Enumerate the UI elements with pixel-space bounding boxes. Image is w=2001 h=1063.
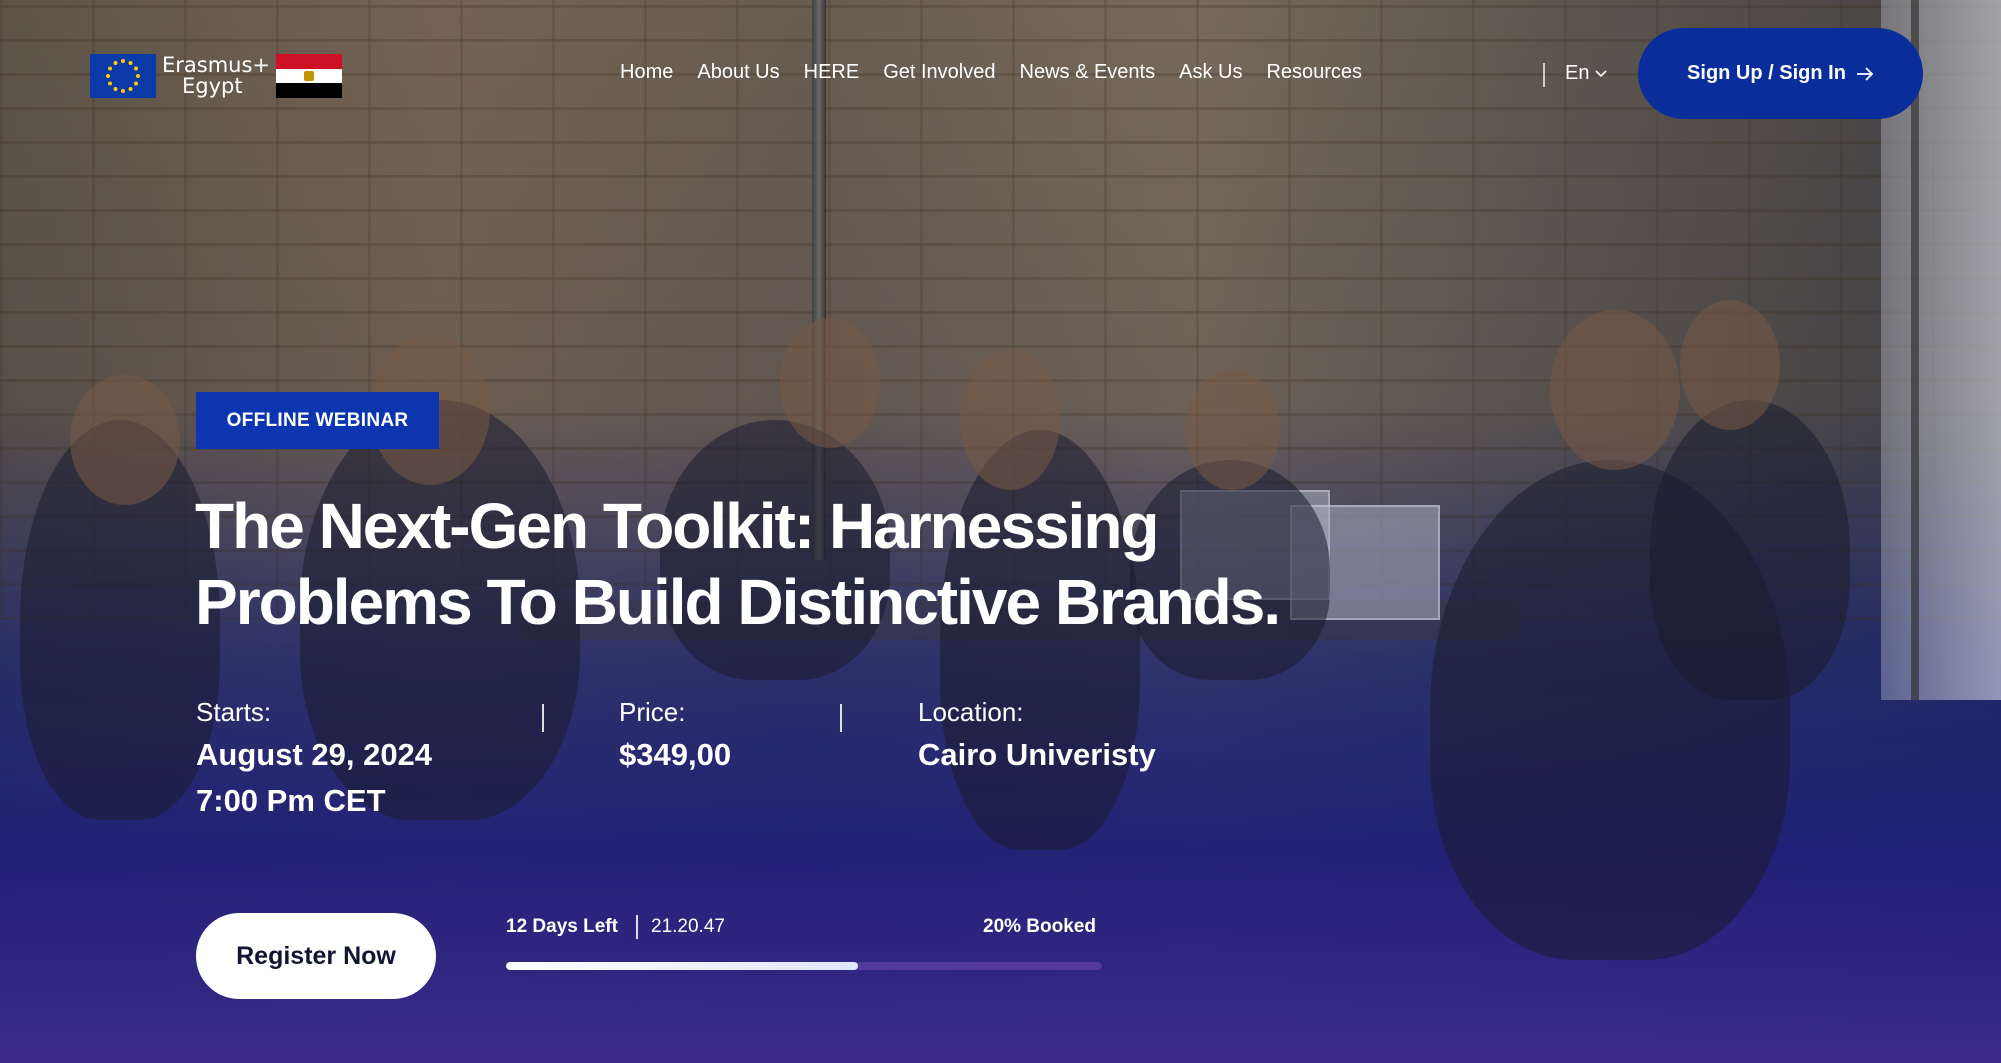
- price-label: Price:: [619, 697, 686, 727]
- event-title-line-2: Problems To Build Distinctive Brands.: [195, 566, 1281, 638]
- nav-home[interactable]: Home: [620, 61, 673, 84]
- event-title-line-1: The Next-Gen Toolkit: Harnessing: [195, 490, 1160, 562]
- site-logo[interactable]: Erasmus+ Egypt: [90, 54, 343, 99]
- location-label: Location:: [918, 697, 1024, 727]
- person-head: [960, 350, 1060, 490]
- countdown-divider: [636, 915, 638, 939]
- starts-time: 7:00 Pm CET: [196, 783, 386, 818]
- info-divider: [840, 704, 842, 732]
- person-head: [1550, 310, 1680, 470]
- nav-here[interactable]: HERE: [804, 61, 860, 84]
- person-silhouette: [1650, 400, 1850, 700]
- eu-flag-icon: [90, 54, 156, 98]
- person-head: [1185, 370, 1280, 490]
- sign-in-label: Sign Up / Sign In: [1687, 62, 1846, 84]
- sign-up-sign-in-button[interactable]: Sign Up / Sign In: [1638, 28, 1923, 119]
- starts-date: August 29, 2024: [196, 737, 433, 772]
- days-left: 12 Days Left: [506, 916, 618, 937]
- arrow-right-icon: [1856, 66, 1874, 81]
- booked-percentage: 20% Booked: [983, 916, 1096, 937]
- booking-progress-fill: [506, 962, 858, 970]
- price-value: $349,00: [619, 737, 732, 772]
- event-title: The Next-Gen Toolkit: Harnessing Problem…: [195, 488, 1395, 640]
- event-type-badge: OFFLINE WEBINAR: [196, 392, 439, 449]
- nav-ask-us[interactable]: Ask Us: [1179, 61, 1242, 84]
- starts-label: Starts:: [196, 697, 272, 727]
- person-head: [1680, 300, 1780, 430]
- location-value: Cairo Univeristy: [918, 737, 1156, 772]
- register-now-button[interactable]: Register Now: [196, 913, 436, 999]
- booking-progress-bar: [506, 962, 1102, 970]
- person-head: [70, 375, 180, 505]
- person-head: [780, 318, 880, 448]
- starts-value: August 29, 2024 7:00 Pm CET: [196, 732, 432, 824]
- logo-text: Erasmus+ Egypt: [162, 55, 270, 97]
- main-nav: Home About Us HERE Get Involved News & E…: [620, 61, 1362, 84]
- chevron-down-icon: [1595, 69, 1608, 77]
- countdown-timer: 21.20.47: [651, 916, 725, 937]
- language-divider: [1543, 63, 1545, 87]
- info-divider: [542, 704, 544, 732]
- nav-news-events[interactable]: News & Events: [1020, 61, 1156, 84]
- nav-get-involved[interactable]: Get Involved: [883, 61, 995, 84]
- egypt-flag-icon: [276, 54, 343, 99]
- logo-line-2: Egypt: [182, 74, 243, 98]
- language-selector[interactable]: En: [1565, 62, 1608, 85]
- hero-section: Erasmus+ Egypt Home About Us HERE Get In…: [0, 0, 2001, 1063]
- language-label: En: [1565, 62, 1590, 84]
- nav-resources[interactable]: Resources: [1266, 61, 1362, 84]
- nav-about-us[interactable]: About Us: [697, 61, 779, 84]
